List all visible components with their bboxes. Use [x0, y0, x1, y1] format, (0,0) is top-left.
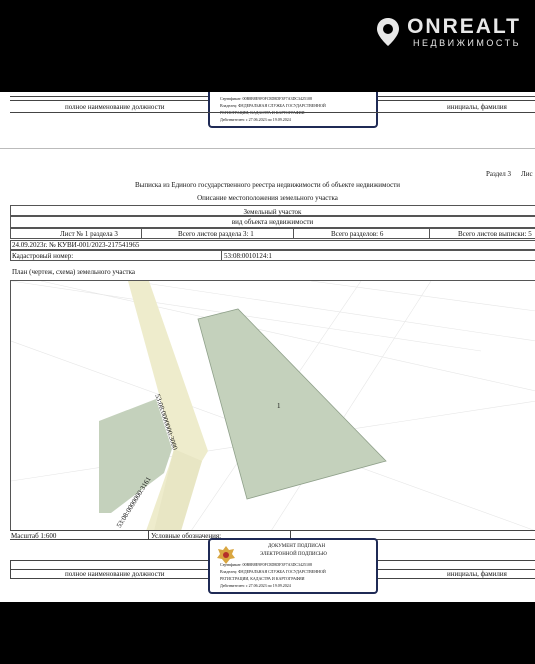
cadastral-label: Кадастровый номер: — [12, 252, 74, 260]
object-type: Земельный участок — [243, 208, 302, 216]
stamp-title-2: ЭЛЕКТРОННОЙ ПОДПИСЬЮ — [260, 552, 327, 557]
position-label-top: полное наименование должности — [65, 103, 165, 111]
position-label-bottom: полное наименование должности — [65, 570, 165, 578]
plan-label: План (чертеж, схема) земельного участка — [12, 268, 136, 276]
location-pin-icon — [377, 18, 400, 46]
sheet-number: Лист № 1 раздела 3 — [60, 230, 118, 238]
sections-total: Всего разделов: 6 — [331, 230, 384, 238]
document-subtitle: Описание местоположения земельного участ… — [197, 194, 338, 202]
name-label-top: инициалы, фамилия — [447, 103, 507, 111]
bottom-black-band — [0, 602, 535, 664]
name-label-bottom: инициалы, фамилия — [447, 570, 507, 578]
parcel-number: 1 — [277, 402, 281, 410]
date-number: 24.09.2023г. № КУВИ-001/2023-217541965 — [12, 241, 140, 249]
brand-tagline: НЕДВИЖИМОСТЬ — [413, 38, 521, 48]
main-parcel — [197, 308, 387, 500]
sheets-total: Всего листов выписки: 5 — [458, 230, 532, 238]
brand-name: ONREALT — [407, 15, 521, 38]
plan-drawing: 53:08:0000000:3080 53:08:0000000:3161 1 — [10, 280, 535, 531]
sheet-label: Лис — [521, 170, 533, 178]
brand-logo: ONREALT НЕДВИЖИМОСТЬ — [375, 16, 521, 48]
stamp-title-1: ДОКУМЕНТ ПОДПИСАН — [268, 544, 326, 549]
plan-svg — [11, 281, 535, 531]
e-signature-stamp-top: Сертификат: 00B8B8E9F0FC8D8DF3F7A3DC3425… — [208, 92, 378, 128]
cadastral-number: 53:08:0010124:1 — [224, 252, 272, 260]
section-label: Раздел 3 — [486, 170, 512, 178]
sheets-total-section: Всего листов раздела 3: 1 — [178, 230, 254, 238]
object-caption: вид объекта недвижимости — [231, 218, 314, 226]
e-signature-stamp-bottom: ДОКУМЕНТ ПОДПИСАН ЭЛЕКТРОННОЙ ПОДПИСЬЮ С… — [208, 538, 378, 594]
document-page: полное наименование должности инициалы, … — [0, 92, 535, 602]
document-title: Выписка из Единого государственного реес… — [134, 181, 401, 189]
top-black-band: ONREALT НЕДВИЖИМОСТЬ — [0, 0, 535, 92]
